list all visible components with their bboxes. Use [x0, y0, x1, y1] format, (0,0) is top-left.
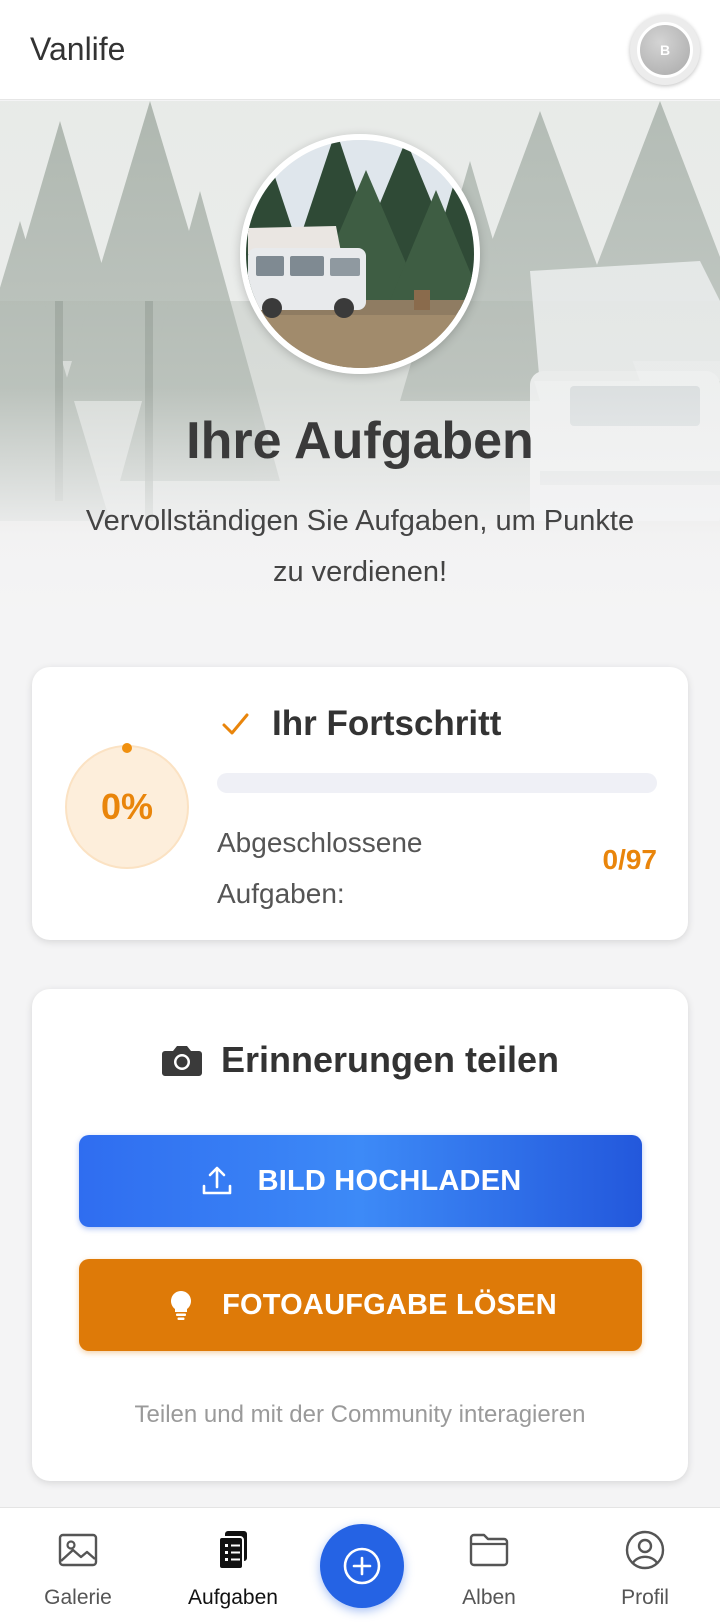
upload-image-label: BILD HOCHLADEN	[257, 1164, 522, 1197]
progress-ring: 0%	[65, 743, 189, 869]
app-header: Vanlife B	[0, 0, 720, 100]
add-fab-button[interactable]	[320, 1524, 404, 1608]
progress-bar	[217, 773, 657, 793]
app-title[interactable]: Vanlife	[30, 31, 125, 68]
avatar: B	[637, 21, 693, 78]
check-icon	[222, 713, 249, 735]
nav-item-tasks[interactable]: Aufgaben	[173, 1508, 293, 1624]
progress-percent: 0%	[100, 786, 154, 827]
folder-icon	[469, 1533, 509, 1567]
camera-icon	[161, 1046, 202, 1076]
share-title: Erinnerungen teilen	[220, 1039, 560, 1080]
solve-photo-task-label: FOTOAUFGABE LÖSEN	[222, 1288, 557, 1321]
nav-item-gallery[interactable]: Galerie	[18, 1508, 138, 1624]
completed-tasks-count: 0/97	[602, 844, 658, 875]
bottom-navigation: Galerie Aufgaben Alben Profil	[0, 1507, 720, 1624]
progress-indicator-dot	[122, 743, 132, 753]
hero-avatar-photo	[240, 134, 480, 374]
page-subtitle: Vervollständigen Sie Aufgaben, um Punkte…	[85, 505, 635, 588]
upload-icon	[202, 1166, 231, 1195]
nav-item-albums[interactable]: Alben	[429, 1508, 549, 1624]
completed-tasks-label: Abgeschlossene Aufgaben:	[217, 827, 423, 909]
progress-title: Ihr Fortschritt	[272, 704, 502, 743]
nav-label-profile: Profil	[621, 1586, 669, 1609]
nav-label-gallery: Galerie	[44, 1586, 112, 1609]
share-memories-card: Erinnerungen teilen BILD HOCHLADEN FOTOA…	[32, 989, 688, 1481]
avatar-button[interactable]: B	[630, 14, 700, 85]
clipboard-list-icon	[218, 1531, 247, 1570]
hero-section: Ihre Aufgaben Vervollständigen Sie Aufga…	[0, 101, 720, 621]
nav-item-profile[interactable]: Profil	[585, 1508, 705, 1624]
plus-circle-icon	[343, 1547, 381, 1585]
upload-image-button[interactable]: BILD HOCHLADEN	[79, 1135, 642, 1227]
share-footer-text: Teilen und mit der Community interagiere…	[134, 1401, 586, 1428]
page-title: Ihre Aufgaben	[186, 412, 534, 470]
lightbulb-icon	[171, 1291, 192, 1320]
progress-heading: Ihr Fortschritt	[220, 704, 501, 744]
progress-card: 0% Ihr Fortschritt Abgeschlossene Aufgab…	[32, 667, 688, 940]
nav-label-tasks: Aufgaben	[188, 1586, 278, 1609]
user-circle-icon	[625, 1530, 665, 1570]
solve-photo-task-button[interactable]: FOTOAUFGABE LÖSEN	[79, 1259, 642, 1351]
nav-label-albums: Alben	[462, 1586, 516, 1609]
share-heading: Erinnerungen teilen	[32, 1039, 688, 1081]
image-icon	[58, 1533, 98, 1567]
